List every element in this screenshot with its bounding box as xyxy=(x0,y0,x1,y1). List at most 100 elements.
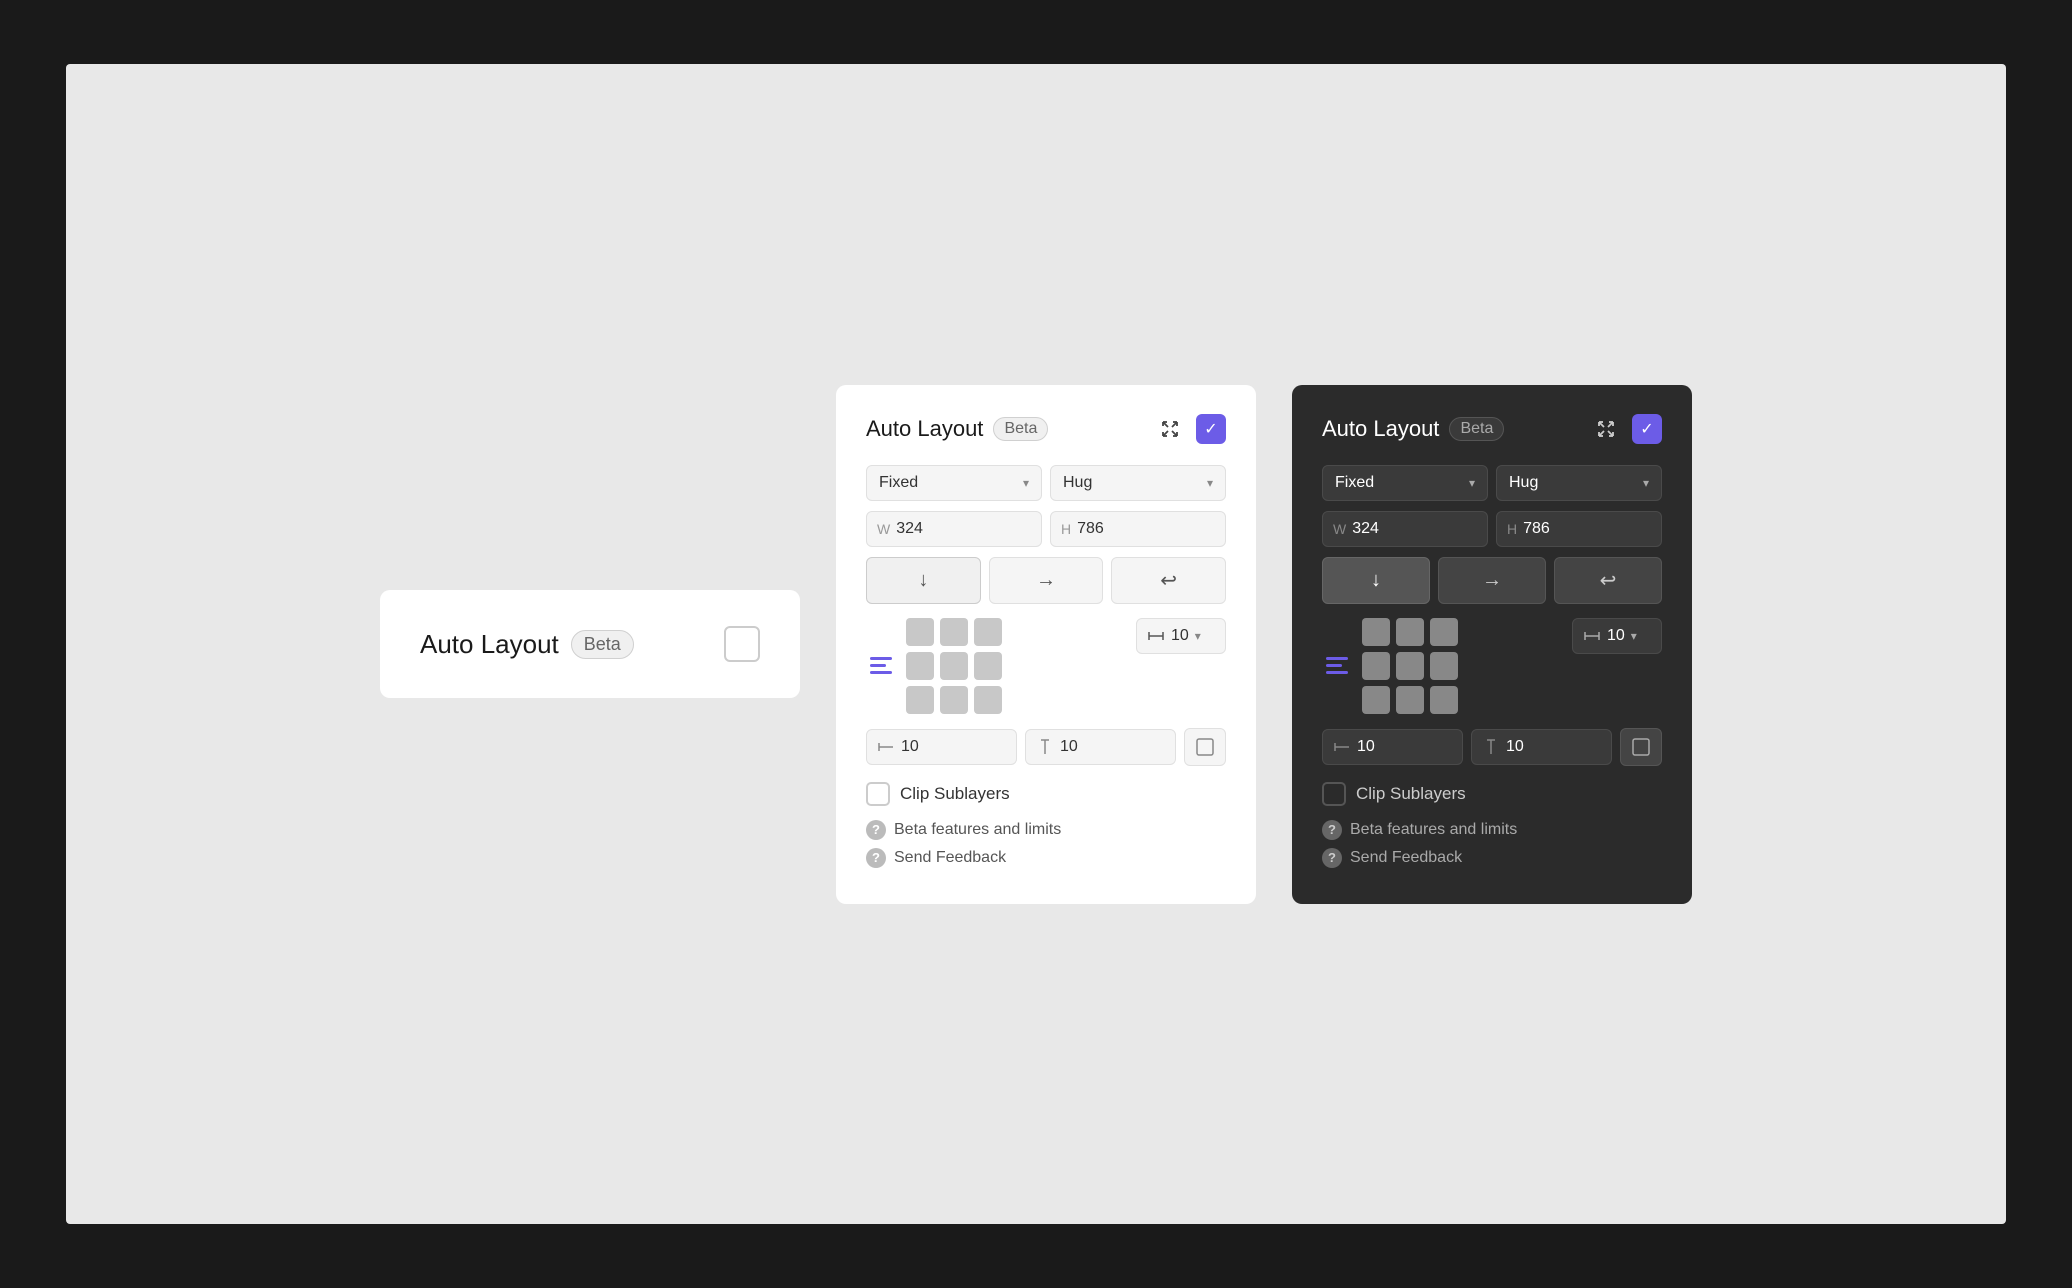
card2-align-section: 10 ▾ xyxy=(866,618,1226,714)
chevron-down-icon: ▾ xyxy=(1023,476,1029,490)
pad-h-value: 10 xyxy=(901,738,919,756)
card2-clip-row: Clip Sublayers xyxy=(866,782,1226,806)
card2-clip-checkbox[interactable] xyxy=(866,782,890,806)
align-dot-bc[interactable] xyxy=(940,686,968,714)
card3-h-field[interactable]: H 786 xyxy=(1496,511,1662,547)
card3-question-icon-feedback: ? xyxy=(1322,848,1342,868)
card2-header-icons: ✓ xyxy=(1154,413,1226,445)
dir-btn-wrap[interactable]: ↩ xyxy=(1111,557,1226,604)
card3-pad-v-field[interactable]: 10 xyxy=(1471,729,1612,765)
card3-header: Auto Layout Beta xyxy=(1322,413,1662,445)
align-lines-icon xyxy=(866,651,896,680)
chevron-down-icon-2: ▾ xyxy=(1207,476,1213,490)
card2-enable-checkbox[interactable]: ✓ xyxy=(1196,414,1226,444)
card3-align-section: 10 ▾ xyxy=(1322,618,1662,714)
card3-align-dot-tr[interactable] xyxy=(1430,618,1458,646)
card2-dropdown-row: Fixed ▾ Hug ▾ xyxy=(866,465,1226,501)
check-icon-dark: ✓ xyxy=(1640,419,1653,439)
card2-send-feedback-link[interactable]: ? Send Feedback xyxy=(866,848,1226,868)
pad-v-icon xyxy=(1036,738,1054,756)
w-label: W xyxy=(877,521,890,537)
align-dot-tr[interactable] xyxy=(974,618,1002,646)
card3-dir-btn-wrap[interactable]: ↩ xyxy=(1554,557,1662,604)
card3-wh-row: W 324 H 786 xyxy=(1322,511,1662,547)
align-dot-bl[interactable] xyxy=(906,686,934,714)
card3-align-left xyxy=(1322,618,1458,714)
card3-header-left: Auto Layout Beta xyxy=(1322,416,1504,442)
card3-pad-h-field[interactable]: 10 xyxy=(1322,729,1463,765)
card3-expand-padding-btn[interactable] xyxy=(1620,728,1662,766)
card3-arrow-right-icon: → xyxy=(1482,569,1502,592)
card3-question-mark: ? xyxy=(1328,822,1336,837)
align-dot-br[interactable] xyxy=(974,686,1002,714)
w-value: 324 xyxy=(896,520,923,538)
gap-icon xyxy=(1147,627,1165,645)
card2-h-field[interactable]: H 786 xyxy=(1050,511,1226,547)
card3-align-dot-mr[interactable] xyxy=(1430,652,1458,680)
card3-send-feedback-link[interactable]: ? Send Feedback xyxy=(1322,848,1662,868)
dir-btn-down[interactable]: ↓ xyxy=(866,557,981,604)
dropdown-hug-label: Hug xyxy=(1063,474,1092,492)
card3-direction-row: ↓ → ↩ xyxy=(1322,557,1662,604)
card3-dir-btn-right[interactable]: → xyxy=(1438,557,1546,604)
card3-align-dot-tc[interactable] xyxy=(1396,618,1424,646)
card3-gap-chevron: ▾ xyxy=(1631,629,1637,643)
card3-gap-dropdown[interactable]: 10 ▾ xyxy=(1572,618,1662,654)
card3-gap-area: 10 ▾ xyxy=(1572,618,1662,654)
collapse-icon[interactable] xyxy=(1154,413,1186,445)
card3-align-dot-bc[interactable] xyxy=(1396,686,1424,714)
card3-dropdown-fixed-label: Fixed xyxy=(1335,474,1374,492)
card2-wh-row: W 324 H 786 xyxy=(866,511,1226,547)
card3-padding-row: 10 10 xyxy=(1322,728,1662,766)
card3-w-field[interactable]: W 324 xyxy=(1322,511,1488,547)
align-dot-mr[interactable] xyxy=(974,652,1002,680)
arrow-right-icon: → xyxy=(1036,569,1056,592)
card3-clip-checkbox[interactable] xyxy=(1322,782,1346,806)
card3-send-feedback-text: Send Feedback xyxy=(1350,849,1462,867)
card3-dropdown-fixed[interactable]: Fixed ▾ xyxy=(1322,465,1488,501)
gap-chevron: ▾ xyxy=(1195,629,1201,643)
card3-dropdown-hug[interactable]: Hug ▾ xyxy=(1496,465,1662,501)
card3-question-icon-beta: ? xyxy=(1322,820,1342,840)
card3-align-lines-icon xyxy=(1322,651,1352,680)
card2-send-feedback-text: Send Feedback xyxy=(894,849,1006,867)
card3-expand-padding-icon xyxy=(1631,737,1651,757)
card3-align-dot-ml[interactable] xyxy=(1362,652,1390,680)
card3-h-label: H xyxy=(1507,521,1517,537)
expand-padding-icon xyxy=(1195,737,1215,757)
card2-expand-padding-btn[interactable] xyxy=(1184,728,1226,766)
align-dot-tl[interactable] xyxy=(906,618,934,646)
card1-beta-badge: Beta xyxy=(571,630,634,659)
card3-dir-btn-down[interactable]: ↓ xyxy=(1322,557,1430,604)
card3-title: Auto Layout xyxy=(1322,416,1439,442)
card3-gap-icon xyxy=(1583,627,1601,645)
card-minimal: Auto Layout Beta xyxy=(380,590,800,698)
card2-beta-features-text: Beta features and limits xyxy=(894,821,1061,839)
card3-enable-checkbox[interactable]: ✓ xyxy=(1632,414,1662,444)
align-dot-ml[interactable] xyxy=(906,652,934,680)
card2-pad-v-field[interactable]: 10 xyxy=(1025,729,1176,765)
card2-w-field[interactable]: W 324 xyxy=(866,511,1042,547)
card2-beta-features-link[interactable]: ? Beta features and limits xyxy=(866,820,1226,840)
card2-padding-row: 10 10 xyxy=(866,728,1226,766)
card3-beta-features-link[interactable]: ? Beta features and limits xyxy=(1322,820,1662,840)
card2-dropdown-hug[interactable]: Hug ▾ xyxy=(1050,465,1226,501)
card2-dropdown-fixed[interactable]: Fixed ▾ xyxy=(866,465,1042,501)
question-mark-2: ? xyxy=(872,850,880,865)
card2-pad-h-field[interactable]: 10 xyxy=(866,729,1017,765)
align-dot-tc[interactable] xyxy=(940,618,968,646)
pad-v-value: 10 xyxy=(1060,738,1078,756)
dir-btn-right[interactable]: → xyxy=(989,557,1104,604)
align-dot-mc[interactable] xyxy=(940,652,968,680)
card3-dropdown-hug-label: Hug xyxy=(1509,474,1538,492)
card3-pad-h-value: 10 xyxy=(1357,738,1375,756)
card2-gap-dropdown[interactable]: 10 ▾ xyxy=(1136,618,1226,654)
card3-align-dot-mc[interactable] xyxy=(1396,652,1424,680)
card3-h-value: 786 xyxy=(1523,520,1550,538)
main-screen: Auto Layout Beta Auto Layout Beta xyxy=(66,64,2006,1224)
card3-align-dot-br[interactable] xyxy=(1430,686,1458,714)
card3-align-dot-bl[interactable] xyxy=(1362,686,1390,714)
card3-collapse-icon[interactable] xyxy=(1590,413,1622,445)
card1-checkbox[interactable] xyxy=(724,626,760,662)
card3-align-dot-tl[interactable] xyxy=(1362,618,1390,646)
